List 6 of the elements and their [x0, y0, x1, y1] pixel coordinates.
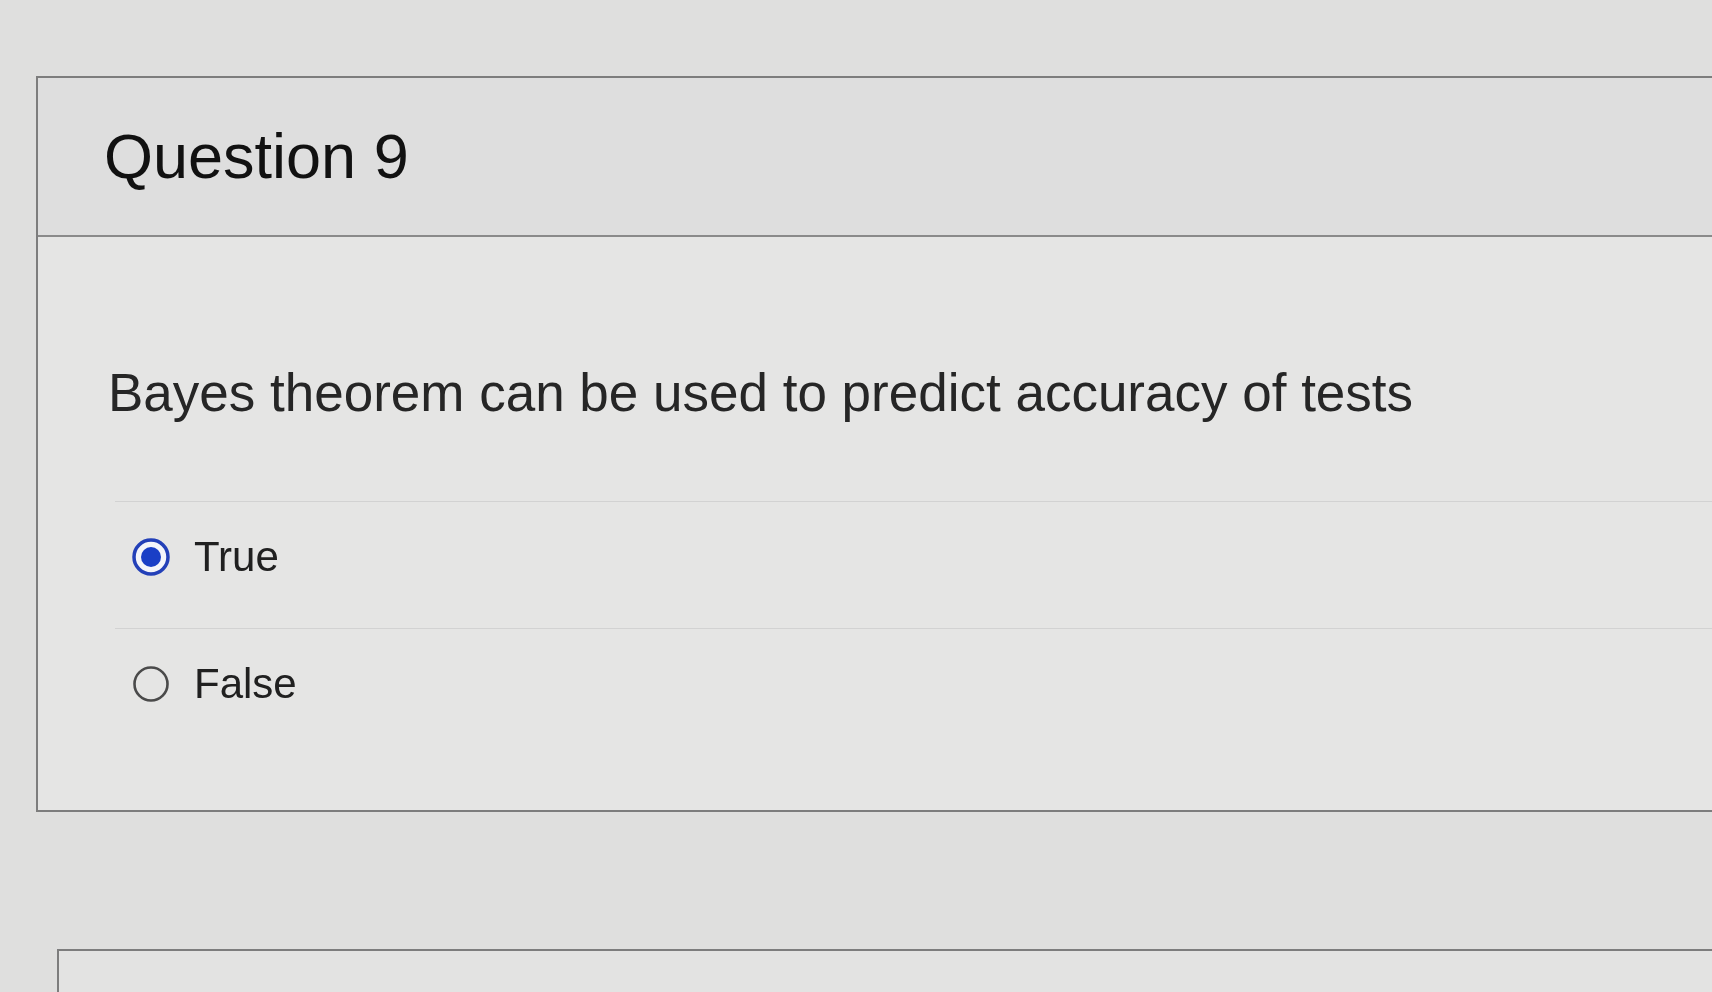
- question-text: Bayes theorem can be used to predict accuracy of tests: [108, 362, 1415, 424]
- answer-label[interactable]: True: [194, 536, 279, 578]
- radio-button[interactable]: [132, 538, 170, 576]
- radio-button[interactable]: [132, 665, 170, 703]
- question-title: Question 9: [104, 121, 409, 192]
- answer-label[interactable]: False: [194, 663, 297, 705]
